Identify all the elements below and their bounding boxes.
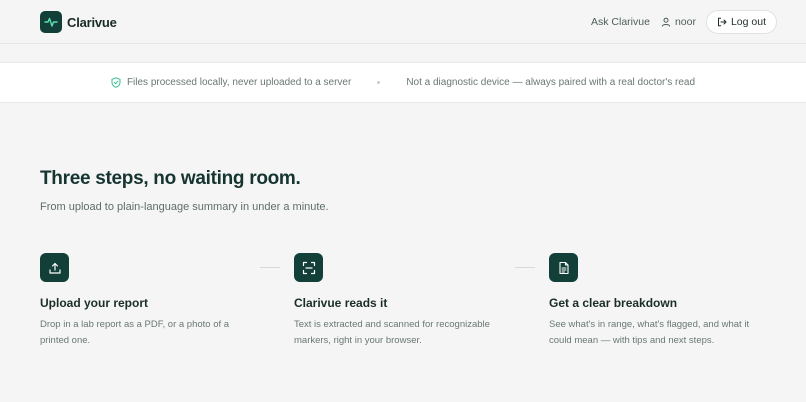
top-nav: Clarivue Ask Clarivue noor Log out (0, 0, 806, 44)
scan-icon (294, 253, 323, 282)
trust-item-local: Files processed locally, never uploaded … (111, 77, 351, 88)
step-title: Get a clear breakdown (549, 296, 678, 310)
username: noor (674, 16, 696, 28)
shield-check-icon (111, 77, 121, 88)
brand[interactable]: Clarivue (40, 11, 117, 33)
step-description: See what's in range, what's flagged, and… (549, 319, 750, 346)
step-description: Text is extracted and scanned for recogn… (294, 319, 490, 346)
user-menu[interactable]: noor (661, 16, 696, 28)
nav-actions: Ask Clarivue noor Log out (591, 10, 777, 34)
ask-clarivue-link[interactable]: Ask Clarivue (591, 16, 650, 28)
trust-text-diagnostic: Not a diagnostic device — always paired … (406, 77, 696, 88)
upload-icon (40, 253, 69, 282)
trust-bar: Files processed locally, never uploaded … (0, 62, 806, 103)
brand-name: Clarivue (67, 14, 117, 30)
user-icon (661, 17, 671, 27)
section-title: Three steps, no waiting room. (40, 168, 301, 189)
step-connector (515, 267, 535, 268)
step-connector (260, 267, 280, 268)
logout-button[interactable]: Log out (705, 10, 777, 34)
section-subtitle: From upload to plain-language summary in… (40, 201, 329, 213)
step-title: Upload your report (40, 296, 149, 310)
step-breakdown: Get a clear breakdown See what's in rang… (549, 253, 779, 348)
document-icon (549, 253, 578, 282)
step-description: Drop in a lab report as a PDF, or a phot… (40, 319, 230, 346)
trust-text-local: Files processed locally, never uploaded … (126, 77, 352, 88)
step-upload: Upload your report Drop in a lab report … (40, 253, 270, 348)
separator-dot (377, 81, 381, 84)
logout-label: Log out (730, 16, 766, 28)
pulse-logo-icon (40, 11, 62, 33)
trust-item-diagnostic: Not a diagnostic device — always paired … (406, 77, 695, 88)
logout-icon (717, 17, 727, 27)
step-title: Clarivue reads it (294, 296, 388, 310)
step-read: Clarivue reads it Text is extracted and … (294, 253, 524, 348)
